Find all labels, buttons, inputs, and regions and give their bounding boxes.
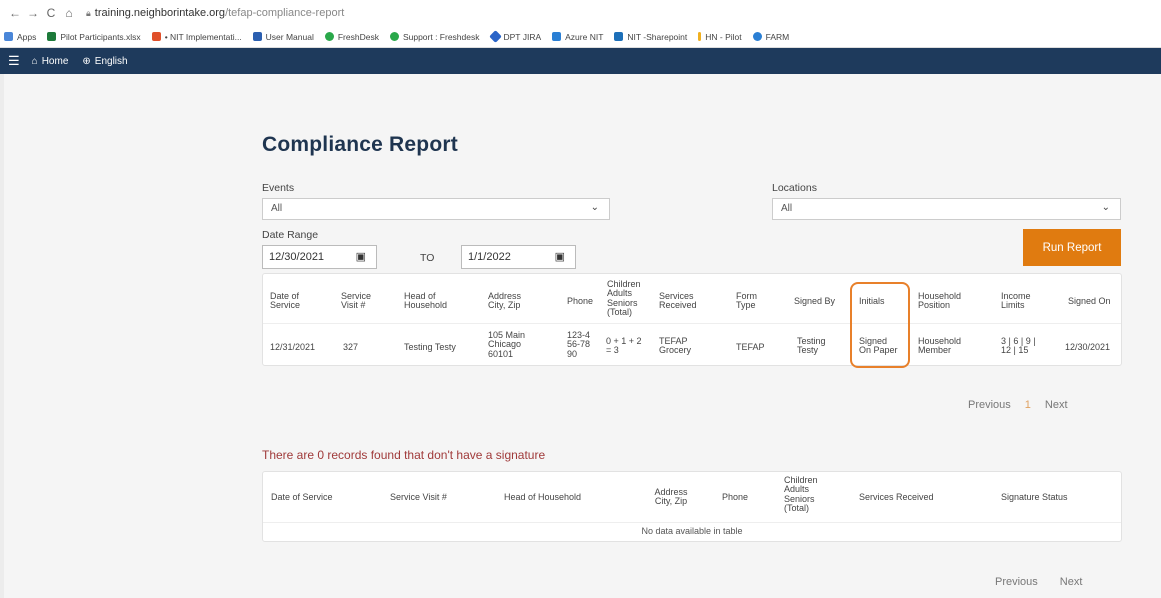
address-field[interactable]: training.neighborintake.org/tefap-compli… — [95, 7, 345, 19]
bookmarks-bar: Apps Pilot Participants.xlsx • NIT Imple… — [0, 26, 1161, 48]
bookmark-item[interactable]: • NIT Implementati... — [151, 32, 242, 42]
events-label: Events — [262, 182, 295, 194]
table-cell: 105 Main Chicago 60101 — [488, 330, 526, 359]
column-header[interactable]: Signed By — [794, 296, 835, 306]
bookmark-item[interactable]: FreshDesk — [324, 32, 379, 42]
home-browser-icon[interactable]: ⌂ — [60, 6, 78, 20]
home-link[interactable]: ⌂ Home — [32, 56, 69, 67]
table-cell: 123-456-7890 — [567, 330, 591, 359]
end-date-input[interactable]: 1/1/2022 ▣ — [461, 245, 576, 269]
table-cell: 3 | 6 | 9 | 12 | 15 — [1001, 336, 1036, 356]
run-report-button[interactable]: Run Report — [1023, 229, 1121, 266]
calendar-icon[interactable]: ▣ — [555, 250, 565, 263]
column-header[interactable]: Head of Household — [504, 492, 581, 502]
bookmark-item[interactable]: Azure NIT — [552, 32, 603, 42]
table-cell: 0 + 1 + 2 = 3 — [606, 336, 642, 356]
row-divider — [263, 522, 1121, 523]
compliance-table: Date of Service Service Visit # Head of … — [262, 273, 1122, 366]
home-icon: ⌂ — [31, 55, 38, 67]
bookmark-item[interactable]: Pilot Participants.xlsx — [47, 32, 141, 42]
next-link[interactable]: Next — [1045, 399, 1068, 411]
no-signature-message: There are 0 records found that don't hav… — [262, 448, 546, 462]
events-select[interactable]: All ⌄ — [262, 198, 610, 220]
column-header[interactable]: Phone — [722, 492, 748, 502]
bookmark-item[interactable]: NIT -Sharepoint — [614, 32, 687, 42]
column-header[interactable]: Services Received — [659, 291, 705, 311]
column-header[interactable]: Date of Service — [270, 291, 318, 311]
empty-table-message: No data available in table — [641, 526, 743, 536]
back-icon[interactable]: ← — [6, 6, 24, 20]
page-number[interactable]: 1 — [1025, 399, 1031, 411]
column-header[interactable]: Service Visit # — [390, 492, 447, 502]
browser-url-bar: ← → C ⌂ 🔒︎ training.neighborintake.org/t… — [0, 0, 1161, 26]
menu-icon[interactable]: ☰ — [8, 53, 20, 69]
reload-icon[interactable]: C — [42, 6, 60, 20]
column-header[interactable]: Address City, Zip — [488, 291, 532, 311]
to-label: TO — [420, 252, 435, 264]
bookmark-item[interactable]: HN - Pilot — [698, 32, 742, 42]
bookmark-item[interactable]: User Manual — [252, 32, 314, 42]
bookmark-item[interactable]: DPT JIRA — [488, 30, 541, 43]
pagination: Previous Next — [995, 576, 1104, 588]
locations-label: Locations — [772, 182, 817, 194]
bookmark-item[interactable]: Support : Freshdesk — [389, 32, 480, 42]
column-header[interactable]: Date of Service — [271, 492, 333, 502]
lock-icon: 🔒︎ — [86, 7, 91, 18]
initials-highlight — [850, 282, 910, 368]
table-cell: Household Member — [918, 336, 962, 356]
locations-select[interactable]: All ⌄ — [772, 198, 1121, 220]
previous-link[interactable]: Previous — [968, 399, 1011, 411]
column-header[interactable]: Phone — [567, 296, 593, 306]
start-date-input[interactable]: 12/30/2021 ▣ — [262, 245, 377, 269]
table-cell: 12/31/2021 — [270, 342, 316, 352]
app-navbar: ☰ ⌂ Home ⊕ English — [0, 48, 1161, 74]
row-divider — [263, 323, 1121, 324]
page-title: Compliance Report — [262, 133, 458, 156]
column-header[interactable]: Form Type — [736, 291, 766, 311]
table-cell: Testing Testy — [797, 336, 826, 356]
column-header[interactable]: Head of Household — [404, 291, 460, 311]
chevron-down-icon: ⌄ — [1101, 202, 1110, 213]
forward-icon[interactable]: → — [24, 6, 42, 20]
column-header[interactable]: Children Adults Seniors (Total) — [784, 475, 826, 514]
bookmark-apps[interactable]: Apps — [4, 32, 36, 42]
column-header[interactable]: Income Limits — [1001, 291, 1041, 311]
column-header[interactable]: Signature Status — [1001, 492, 1068, 502]
column-header[interactable]: Signed On — [1068, 296, 1111, 306]
date-range-label: Date Range — [262, 229, 319, 241]
column-header[interactable]: Services Received — [859, 492, 934, 502]
calendar-icon[interactable]: ▣ — [356, 250, 366, 263]
table-cell: TEFAP Grocery — [659, 336, 692, 356]
unsigned-records-table: Date of Service Service Visit # Head of … — [262, 471, 1122, 542]
table-cell: 327 — [343, 342, 359, 352]
column-header[interactable]: Household Position — [918, 291, 970, 311]
table-cell: 12/30/2021 — [1065, 342, 1111, 352]
chevron-down-icon: ⌄ — [590, 202, 599, 213]
table-cell: Testing Testy — [404, 342, 456, 352]
bookmark-item[interactable]: FARM — [752, 32, 789, 42]
globe-icon: ⊕ — [82, 55, 91, 67]
table-cell: TEFAP — [736, 342, 765, 352]
next-link[interactable]: Next — [1060, 576, 1083, 588]
previous-link[interactable]: Previous — [995, 576, 1038, 588]
column-header[interactable]: Address City, Zip — [649, 487, 693, 507]
column-header[interactable]: Children Adults Seniors (Total) — [607, 279, 647, 318]
pagination: Previous 1 Next — [968, 399, 1068, 411]
language-link[interactable]: ⊕ English — [82, 56, 127, 67]
column-header[interactable]: Service Visit # — [341, 291, 379, 311]
